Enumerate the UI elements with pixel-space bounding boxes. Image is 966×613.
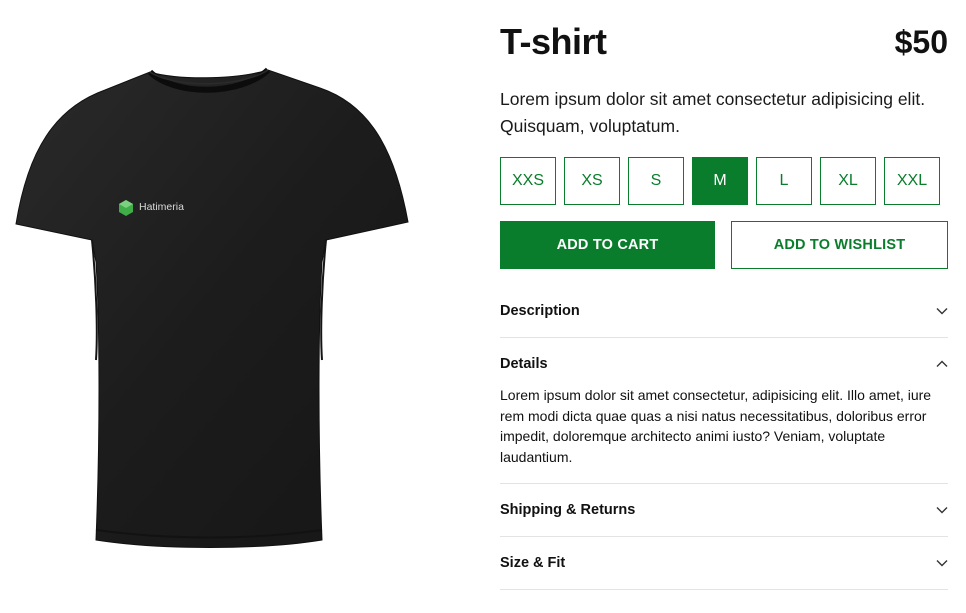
chevron-up-icon: [936, 358, 948, 370]
accordion-header-shipping[interactable]: Shipping & Returns: [500, 484, 948, 536]
accordion-item-description: Description: [500, 285, 948, 338]
action-buttons: ADD TO CART ADD TO WISHLIST: [500, 221, 948, 269]
size-option-xl[interactable]: XL: [820, 157, 876, 205]
accordion-header-details[interactable]: Details: [500, 338, 948, 390]
accordion-header-size-fit[interactable]: Size & Fit: [500, 537, 948, 589]
accordion-item-details: Details Lorem ipsum dolor sit amet conse…: [500, 338, 948, 484]
size-option-s[interactable]: S: [628, 157, 684, 205]
accordion-item-shipping: Shipping & Returns: [500, 484, 948, 537]
accordion-title: Description: [500, 303, 580, 319]
accordion-title: Details: [500, 356, 548, 372]
chevron-down-icon: [936, 305, 948, 317]
accordion-item-size-fit: Size & Fit: [500, 537, 948, 590]
accordion-body-details: Lorem ipsum dolor sit amet consectetur, …: [500, 387, 932, 465]
size-option-xxl[interactable]: XXL: [884, 157, 940, 205]
product-image: Hatimeria: [0, 0, 430, 613]
accordion-title: Shipping & Returns: [500, 502, 636, 518]
size-option-l[interactable]: L: [756, 157, 812, 205]
product-price: $50: [894, 24, 948, 60]
product-title: T-shirt: [500, 21, 607, 62]
product-accordion: Description Details Lorem ipsum dolor si…: [500, 285, 948, 590]
size-option-xs[interactable]: XS: [564, 157, 620, 205]
size-option-xxs[interactable]: XXS: [500, 157, 556, 205]
accordion-title: Size & Fit: [500, 555, 566, 571]
add-to-cart-button[interactable]: ADD TO CART: [500, 221, 715, 269]
product-tagline: Lorem ipsum dolor sit amet consectetur a…: [500, 89, 926, 136]
chevron-down-icon: [936, 504, 948, 516]
add-to-wishlist-button[interactable]: ADD TO WISHLIST: [731, 221, 948, 269]
size-selector: XXS XS S M L XL XXL: [500, 157, 948, 205]
tshirt-image: Hatimeria: [15, 67, 409, 548]
size-option-m[interactable]: M: [692, 157, 748, 205]
chevron-down-icon: [936, 557, 948, 569]
brand-logo-text: Hatimeria: [139, 201, 184, 213]
title-row: T-shirt $50: [500, 22, 948, 62]
accordion-header-description[interactable]: Description: [500, 285, 948, 337]
